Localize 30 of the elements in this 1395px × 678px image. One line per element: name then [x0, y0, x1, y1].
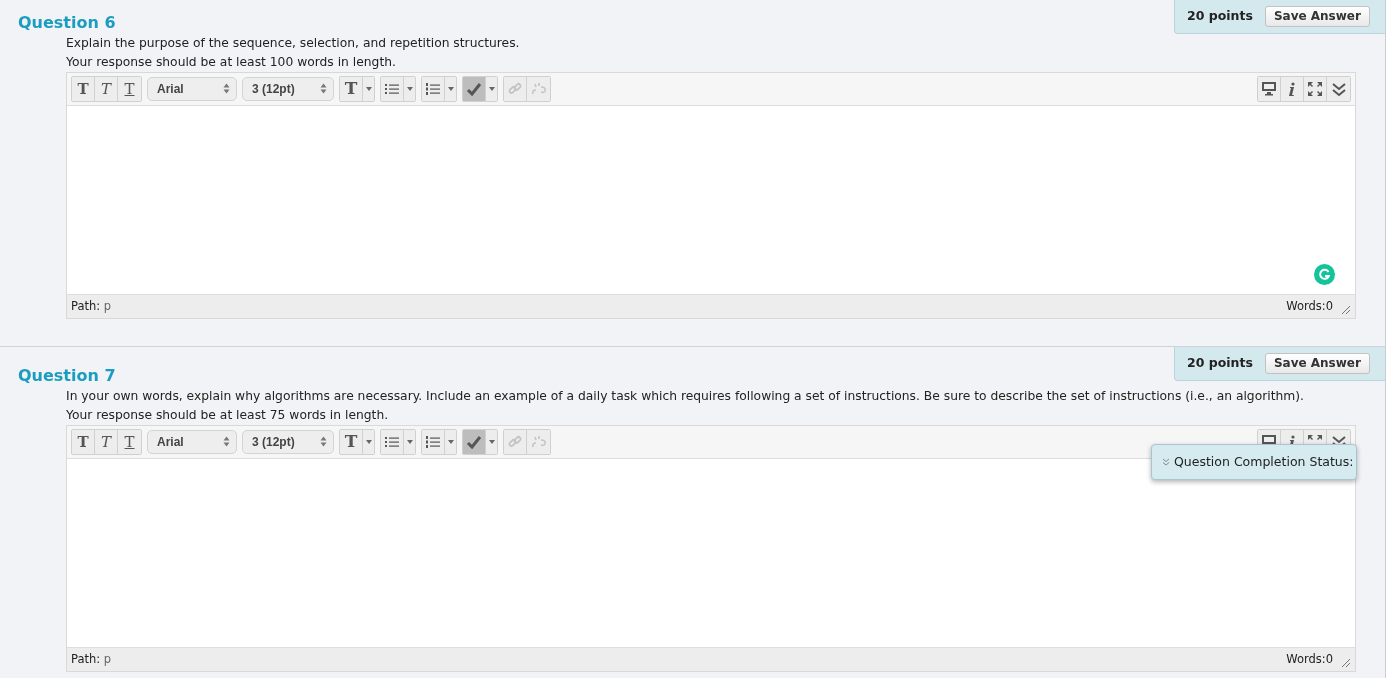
italic-button[interactable]: T [95, 76, 118, 101]
font-select[interactable]: Arial [147, 429, 237, 454]
font-select[interactable]: Arial [147, 76, 237, 101]
completion-status-label: Question Completion Status: [1174, 452, 1354, 471]
path-value[interactable]: p [103, 298, 112, 313]
bold-button[interactable]: T [72, 76, 95, 101]
size-select[interactable]: 3 (12pt) [242, 429, 334, 454]
question-title: Question 6 [18, 14, 116, 31]
path-value[interactable]: p [103, 651, 112, 666]
question-title: Question 7 [18, 367, 116, 384]
underline-button[interactable]: T [118, 76, 141, 101]
underline-button[interactable]: T [118, 429, 141, 454]
italic-button[interactable]: T [95, 429, 118, 454]
save-answer-button[interactable]: Save Answer [1264, 353, 1370, 374]
word-count: Words:0 [1286, 297, 1333, 315]
question-prompt: Your response should be at least 100 words in length. [66, 53, 397, 71]
text-color-button[interactable]: T [340, 76, 363, 101]
word-count: Words:0 [1286, 650, 1333, 668]
points-label: 20 points [1187, 7, 1253, 26]
save-answer-button[interactable]: Save Answer [1264, 6, 1370, 27]
question-prompt: Your response should be at least 75 words in length. [66, 406, 390, 424]
bold-button[interactable]: T [72, 429, 95, 454]
path-label: Path: [71, 298, 101, 313]
question-prompt: Explain the purpose of the sequence, selection, and repetition structures. [66, 34, 521, 52]
text-color-button[interactable]: T [340, 429, 363, 454]
completion-status-menu[interactable]: Question Completion Status: [1151, 444, 1357, 480]
path-label: Path: [71, 651, 101, 666]
points-label: 20 points [1187, 354, 1253, 373]
question-prompt: In your own words, explain why algorithms are necessary. Include an example of a daily task which requires following a set of instructions. Be sure to describe the set of instructions (i.e., an algorithm). [66, 387, 1305, 405]
size-select[interactable]: 3 (12pt) [242, 76, 334, 101]
